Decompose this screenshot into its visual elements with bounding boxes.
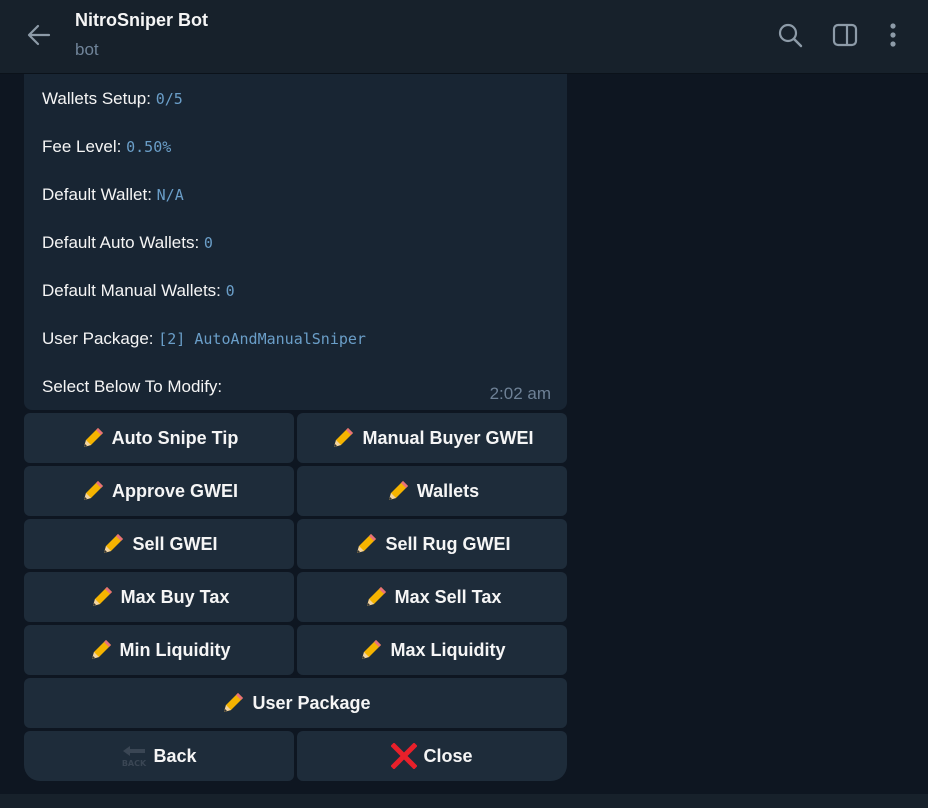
pencil-icon	[330, 425, 356, 451]
pencil-icon	[100, 531, 126, 557]
back-arrow-icon[interactable]	[24, 20, 54, 50]
message-line: Select Below To Modify:	[42, 377, 222, 397]
max-sell-tax-button[interactable]: Max Sell Tax	[297, 572, 567, 622]
line-label: Default Auto Wallets:	[42, 233, 200, 252]
line-value: 0	[225, 282, 235, 300]
sell-gwei-button[interactable]: Sell GWEI	[24, 519, 294, 569]
line-label: Fee Level:	[42, 137, 122, 156]
message-line: Default Wallet: N/A	[42, 185, 184, 205]
back-arrow-emoji-icon: BACK	[121, 743, 147, 769]
chat-subtitle: bot	[75, 40, 99, 59]
button-label: Wallets	[416, 480, 480, 501]
line-label: User Package:	[42, 329, 154, 348]
red-x-icon	[391, 743, 418, 769]
message-line: Wallets Setup: 0/5	[42, 89, 183, 109]
button-label: Auto Snipe Tip	[111, 427, 239, 448]
pencil-icon	[358, 637, 384, 663]
composer-strip	[0, 794, 928, 808]
pencil-icon	[220, 690, 246, 716]
button-label: Close	[423, 745, 473, 766]
line-value: 0.50%	[126, 138, 172, 156]
line-label: Default Manual Wallets:	[42, 281, 221, 300]
sell-rug-gwei-button[interactable]: Sell Rug GWEI	[297, 519, 567, 569]
line-value: [2] AutoAndManualSniper	[158, 330, 366, 348]
pencil-icon	[89, 584, 115, 610]
button-label: User Package	[252, 692, 371, 713]
chat-title[interactable]: NitroSniper Bot	[75, 10, 208, 31]
button-label: Max Buy Tax	[120, 586, 230, 607]
button-label: Back	[153, 745, 197, 766]
message-time: 2:02 am	[489, 384, 551, 403]
close-button[interactable]: Close	[297, 731, 567, 781]
message-line: Fee Level: 0.50%	[42, 137, 171, 157]
button-label: Manual Buyer GWEI	[362, 427, 534, 448]
button-label: Sell Rug GWEI	[385, 533, 511, 554]
chat-header: NitroSniper Bot bot	[0, 0, 928, 74]
message-line: Default Manual Wallets: 0	[42, 281, 235, 301]
min-liquidity-button[interactable]: Min Liquidity	[24, 625, 294, 675]
auto-snipe-tip-button[interactable]: Auto Snipe Tip	[24, 413, 294, 463]
approve-gwei-button[interactable]: Approve GWEI	[24, 466, 294, 516]
back-button[interactable]: BACK Back	[24, 731, 294, 781]
line-value: N/A	[156, 186, 184, 204]
search-icon[interactable]	[775, 20, 805, 50]
message-bubble: Wallets Setup: 0/5 Fee Level: 0.50% Defa…	[24, 74, 567, 410]
sidebar-toggle-icon[interactable]	[830, 20, 860, 50]
button-label: Max Sell Tax	[394, 586, 502, 607]
pencil-icon	[80, 478, 106, 504]
pencil-icon	[363, 584, 389, 610]
back-icon-text: BACK	[122, 759, 147, 768]
button-label: Sell GWEI	[132, 533, 218, 554]
pencil-icon	[353, 531, 379, 557]
message-line: User Package: [2] AutoAndManualSniper	[42, 329, 366, 349]
max-liquidity-button[interactable]: Max Liquidity	[297, 625, 567, 675]
message-line: Default Auto Wallets: 0	[42, 233, 213, 253]
line-label: Default Wallet:	[42, 185, 152, 204]
manual-buyer-gwei-button[interactable]: Manual Buyer GWEI	[297, 413, 567, 463]
line-label: Select Below To Modify:	[42, 377, 223, 396]
line-value: 0/5	[155, 90, 183, 108]
max-buy-tax-button[interactable]: Max Buy Tax	[24, 572, 294, 622]
pencil-icon	[88, 637, 114, 663]
button-label: Approve GWEI	[111, 480, 238, 501]
line-label: Wallets Setup:	[42, 89, 151, 108]
button-label: Min Liquidity	[119, 639, 231, 660]
wallets-button[interactable]: Wallets	[297, 466, 567, 516]
more-vertical-icon[interactable]	[878, 20, 908, 50]
user-package-button[interactable]: User Package	[24, 678, 567, 728]
pencil-icon	[80, 425, 106, 451]
button-label: Max Liquidity	[390, 639, 506, 660]
pencil-icon	[385, 478, 411, 504]
line-value: 0	[203, 234, 213, 252]
